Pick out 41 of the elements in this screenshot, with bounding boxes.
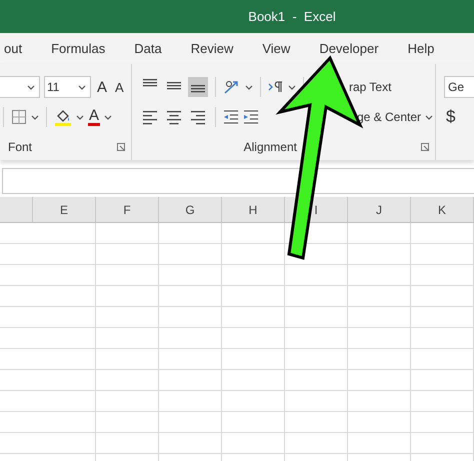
increase-font-size-button[interactable]: A (95, 78, 110, 96)
number-format-dropdown[interactable]: Ge (444, 76, 474, 98)
caret-icon[interactable] (76, 114, 84, 120)
dialog-launcher-icon[interactable] (421, 143, 429, 151)
decrease-font-size-button[interactable]: A (113, 80, 126, 94)
column-header[interactable]: K (411, 197, 474, 222)
caret-icon[interactable] (31, 114, 39, 120)
window-title: Book1 - Excel (248, 9, 336, 24)
ribbon-tab[interactable]: Developer (306, 34, 392, 62)
align-bottom-icon[interactable] (188, 77, 208, 97)
caret-icon[interactable] (27, 84, 35, 90)
decrease-indent-icon[interactable] (222, 110, 239, 124)
column-header[interactable]: G (159, 197, 222, 222)
column-header[interactable]: E (33, 197, 96, 222)
group-label: Alignment (244, 140, 297, 154)
column-header[interactable]: H (222, 197, 285, 222)
ribbon-tab[interactable]: Review (178, 34, 246, 62)
column-header[interactable]: J (348, 197, 411, 222)
group-label: Font (8, 140, 32, 154)
ribbon-tab[interactable]: Help (394, 34, 448, 62)
wrap-text-button[interactable]: rap Text (346, 80, 394, 94)
ribbon-tab[interactable]: Formulas (38, 34, 118, 62)
cell-grid[interactable] (0, 223, 474, 461)
caret-icon[interactable] (425, 114, 433, 120)
text-direction-icon[interactable] (268, 80, 284, 94)
orientation-icon[interactable] (222, 79, 241, 95)
fill-color-icon[interactable] (54, 108, 72, 126)
ribbon-tab[interactable]: Data (121, 34, 175, 62)
font-size-dropdown[interactable]: 11 (44, 76, 91, 98)
caret-icon[interactable] (78, 84, 86, 90)
borders-icon[interactable] (11, 109, 27, 125)
column-header[interactable]: F (96, 197, 159, 222)
font-color-button[interactable]: A (88, 108, 100, 126)
caret-icon[interactable] (104, 114, 112, 120)
caret-icon[interactable] (288, 84, 296, 90)
ribbon-tab[interactable]: View (249, 34, 304, 62)
currency-button[interactable]: $ (444, 107, 458, 127)
dialog-launcher-icon[interactable] (116, 143, 125, 151)
ribbon-tab[interactable]: out (0, 34, 36, 62)
caret-icon[interactable] (244, 84, 253, 90)
increase-indent-icon[interactable] (242, 110, 259, 124)
